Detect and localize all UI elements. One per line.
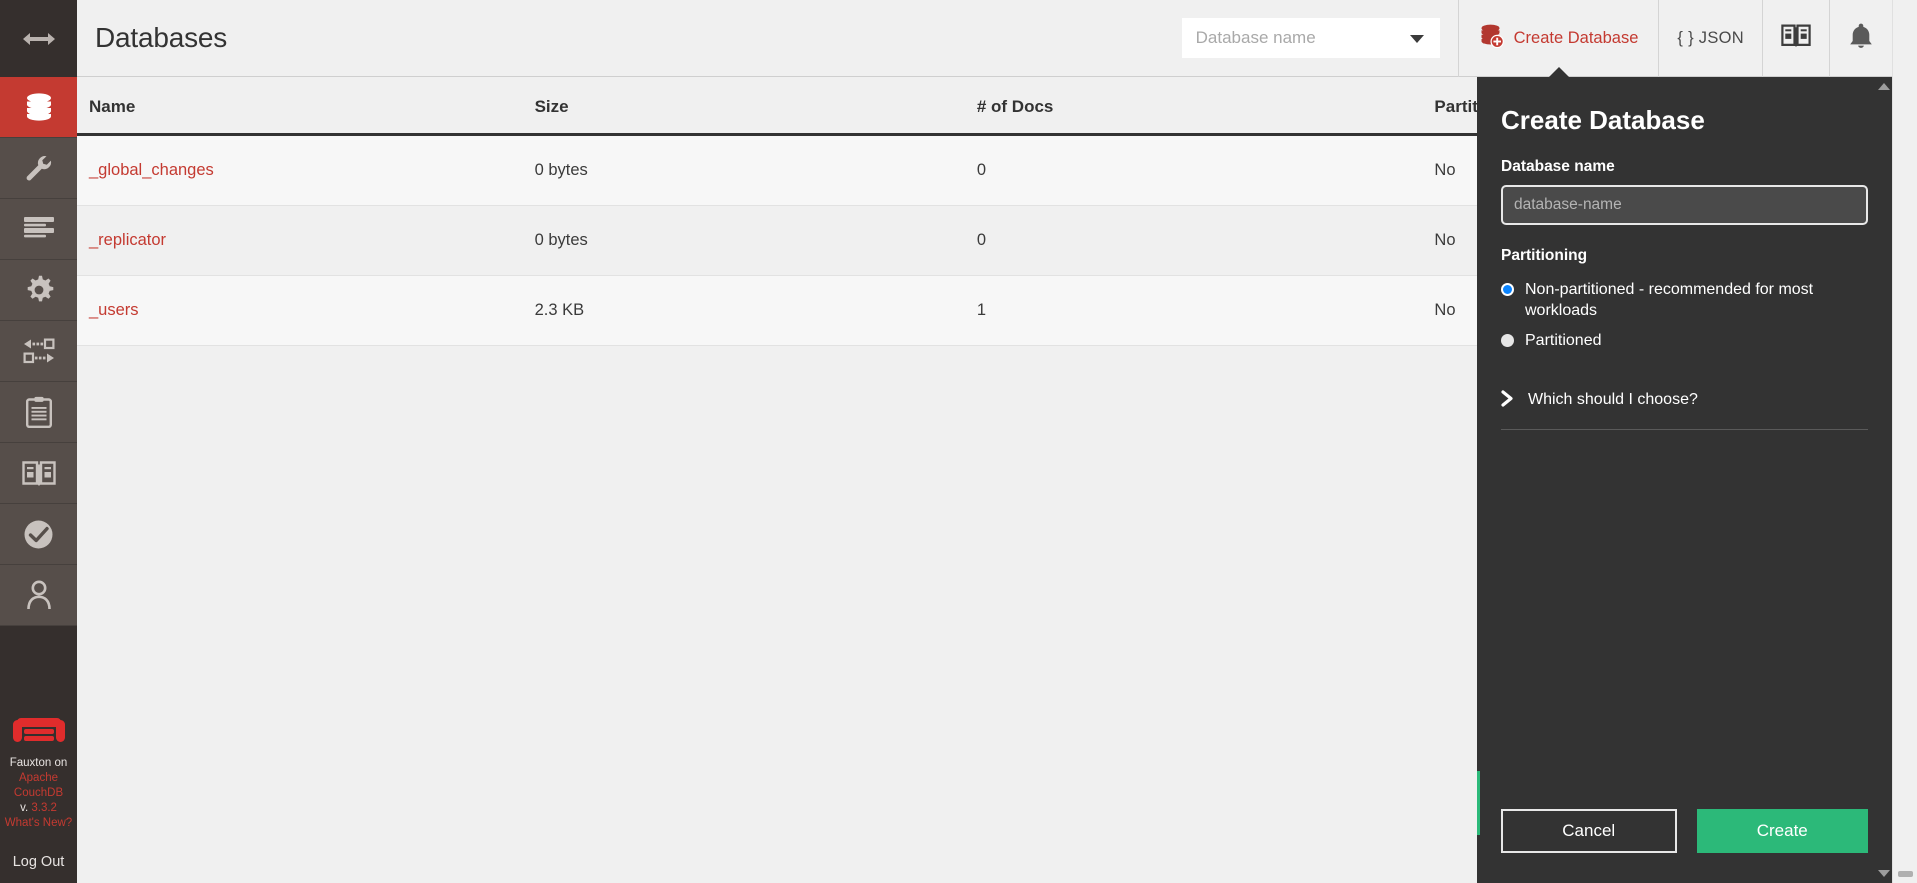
- check-circle-icon: [23, 519, 54, 550]
- database-link[interactable]: _global_changes: [89, 161, 214, 179]
- sidebar-item-manual[interactable]: [0, 443, 77, 504]
- partitioning-label: Partitioning: [1501, 247, 1588, 264]
- cell-docs: 0: [976, 205, 1435, 276]
- sidebar-item-databases[interactable]: [0, 77, 77, 138]
- create-database-label: Create Database: [1513, 28, 1639, 47]
- sidebar-item-replication[interactable]: [0, 321, 77, 382]
- which-should-i-choose-label: Which should I choose?: [1528, 391, 1698, 408]
- cell-name: _replicator: [77, 205, 535, 276]
- gear-icon: [24, 275, 54, 305]
- database-search-box[interactable]: [1181, 18, 1440, 58]
- sidebar-item-account[interactable]: [0, 565, 77, 626]
- database-link[interactable]: _users: [89, 301, 139, 319]
- search-input[interactable]: [1181, 18, 1440, 58]
- column-header-size[interactable]: Size: [534, 77, 977, 136]
- database-plus-icon: [1479, 24, 1505, 53]
- json-button[interactable]: { } JSON: [1658, 0, 1762, 77]
- logout-label: Log Out: [12, 854, 65, 870]
- cell-size: 2.3 KB: [534, 275, 977, 346]
- sidebar-item-active-tasks[interactable]: [0, 199, 77, 260]
- brand-apache[interactable]: Apache: [2, 771, 75, 786]
- wrench-icon: [24, 153, 54, 183]
- documentation-button[interactable]: [1762, 0, 1829, 77]
- column-header-docs[interactable]: # of Docs: [976, 77, 1435, 136]
- cell-docs: 0: [976, 134, 1435, 206]
- header-toolbar: Create Database { } JSON: [1181, 0, 1892, 78]
- panel-pointer-caret: [1547, 66, 1570, 78]
- whats-new-link[interactable]: What's New?: [2, 816, 75, 831]
- clipboard-icon: [25, 396, 52, 428]
- radio-label-partitioned: Partitioned: [1525, 332, 1602, 349]
- database-link[interactable]: _replicator: [89, 231, 166, 249]
- brand-fauxton-on: Fauxton on: [9, 757, 68, 769]
- logout-button[interactable]: Log Out: [0, 841, 77, 883]
- database-name-input[interactable]: [1501, 185, 1868, 225]
- database-icon: [23, 92, 55, 122]
- app-root: Fauxton on Apache CouchDB v. 3.3.2 What'…: [0, 0, 1917, 883]
- sidebar-spacer: [0, 626, 77, 700]
- version-number: 3.3.2: [31, 802, 57, 814]
- list-icon: [23, 216, 55, 242]
- create-database-panel: Create Database Database name Partitioni…: [1477, 77, 1892, 883]
- db-name-label: Database name: [1501, 158, 1615, 175]
- brand-couchdb[interactable]: CouchDB: [2, 786, 75, 801]
- panel-actions: Cancel Create: [1501, 809, 1868, 883]
- panel-accent-strip: [1477, 771, 1480, 835]
- radio-label-non-partitioned: Non-partitioned - recommended for most w…: [1525, 281, 1814, 319]
- cell-size: 0 bytes: [534, 205, 977, 276]
- radio-option-non-partitioned[interactable]: Non-partitioned - recommended for most w…: [1501, 279, 1868, 321]
- version-prefix: v.: [20, 802, 32, 814]
- json-label: { } JSON: [1677, 28, 1744, 47]
- search-wrapper: [1181, 0, 1458, 77]
- cell-docs: 1: [976, 275, 1435, 346]
- chevron-down-icon[interactable]: [1409, 35, 1424, 43]
- book-icon: [1781, 23, 1811, 53]
- sidebar-item-verify[interactable]: [0, 504, 77, 565]
- sidebar: Fauxton on Apache CouchDB v. 3.3.2 What'…: [0, 0, 77, 883]
- user-icon: [26, 580, 52, 610]
- expand-arrows-icon: [21, 29, 57, 49]
- brand-version: v. 3.3.2: [2, 801, 75, 816]
- sidebar-item-documentation[interactable]: [0, 382, 77, 443]
- bell-icon: [1848, 22, 1874, 55]
- column-header-name[interactable]: Name: [77, 77, 535, 136]
- panel-title: Create Database: [1501, 105, 1705, 135]
- panel-spacer: [1501, 430, 1868, 809]
- scrollbar-thumb[interactable]: [1898, 871, 1913, 877]
- sidebar-toggle-width[interactable]: [0, 0, 77, 77]
- create-button[interactable]: Create: [1696, 809, 1868, 853]
- radio-indicator-unselected[interactable]: [1501, 334, 1514, 347]
- replication-arrows-icon: [22, 338, 56, 364]
- radio-option-partitioned[interactable]: Partitioned: [1501, 330, 1868, 351]
- notifications-button[interactable]: [1829, 0, 1892, 77]
- cell-size: 0 bytes: [534, 134, 977, 206]
- cell-name: _global_changes: [77, 134, 535, 206]
- page-scrollbar[interactable]: [1892, 0, 1917, 883]
- couch-logo: [12, 718, 65, 742]
- chevron-right-icon: [1501, 390, 1514, 410]
- which-should-i-choose-toggle[interactable]: Which should I choose?: [1501, 390, 1868, 410]
- cancel-button[interactable]: Cancel: [1501, 809, 1677, 853]
- page-header: Databases Database name Create Database …: [77, 0, 1892, 78]
- create-database-button[interactable]: Create Database: [1457, 0, 1659, 78]
- sidebar-item-setup[interactable]: [0, 138, 77, 199]
- page-title: Databases: [95, 22, 228, 53]
- book-icon: [21, 459, 56, 487]
- cell-name: _users: [77, 275, 535, 346]
- sidebar-item-configuration[interactable]: [0, 260, 77, 321]
- sidebar-footer: Fauxton on Apache CouchDB v. 3.3.2 What'…: [0, 700, 77, 841]
- radio-indicator-selected[interactable]: [1501, 283, 1514, 296]
